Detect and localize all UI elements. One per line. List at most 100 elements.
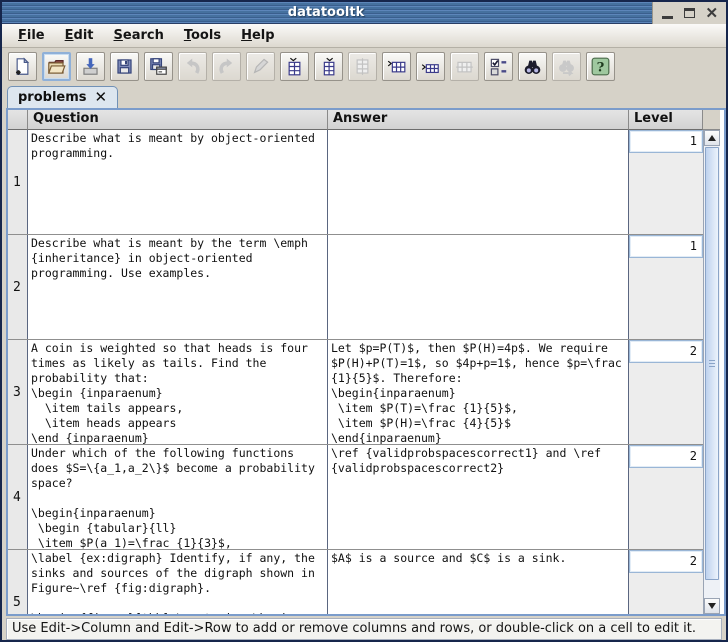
table-header: Question Answer Level xyxy=(8,110,724,130)
table-row: 5\label {ex:digraph} Identify, if any, t… xyxy=(8,550,703,614)
remove-column-button xyxy=(348,52,377,81)
answer-cell[interactable]: Let $p=P(T)$, then $P(H)=4p$. We require… xyxy=(328,340,629,444)
minimize-icon xyxy=(662,16,673,19)
row-number[interactable]: 5 xyxy=(8,550,28,614)
tab-bar: problems ✕ xyxy=(2,84,726,108)
undo-button xyxy=(178,52,207,81)
answer-cell[interactable] xyxy=(328,130,629,234)
scroll-down-button[interactable] xyxy=(704,598,720,614)
level-cell[interactable]: 2 xyxy=(629,550,703,614)
level-value: 2 xyxy=(629,340,703,363)
scroll-up-button[interactable] xyxy=(704,130,720,146)
app-window: datatooltk ✕ FileEditSearchToolsHelp ? p… xyxy=(0,0,728,642)
column-header-level[interactable]: Level xyxy=(629,110,703,130)
import-button[interactable] xyxy=(76,52,105,81)
column-header-question[interactable]: Question xyxy=(28,110,328,130)
maximize-button[interactable] xyxy=(682,5,698,21)
insert-row-after-button[interactable] xyxy=(416,52,445,81)
menu-search[interactable]: Search xyxy=(106,26,172,45)
data-table: Question Answer Level 1Describe what is … xyxy=(6,108,726,616)
level-cell[interactable]: 2 xyxy=(629,445,703,549)
save-button[interactable] xyxy=(110,52,139,81)
find-button[interactable] xyxy=(518,52,547,81)
question-cell[interactable]: Describe what is meant by the term \emph… xyxy=(28,235,328,339)
row-number[interactable]: 4 xyxy=(8,445,28,549)
remove-row-icon xyxy=(455,57,474,76)
row-number[interactable]: 1 xyxy=(8,130,28,234)
undo-icon xyxy=(183,57,202,76)
question-cell[interactable]: Under which of the following functions d… xyxy=(28,445,328,549)
close-button[interactable]: ✕ xyxy=(704,5,720,21)
level-value: 1 xyxy=(629,130,703,153)
menu-help[interactable]: Help xyxy=(233,26,282,45)
open-file-icon xyxy=(47,57,66,76)
menubar: FileEditSearchToolsHelp xyxy=(2,24,726,48)
status-bar: Use Edit->Column and Edit->Row to add or… xyxy=(6,618,722,640)
save-as-icon xyxy=(149,57,168,76)
table-row: 4Under which of the following functions … xyxy=(8,445,703,550)
level-value: 2 xyxy=(629,445,703,468)
window-controls: ✕ xyxy=(652,2,726,24)
help-icon: ? xyxy=(591,57,610,76)
edit-cell-button xyxy=(246,52,275,81)
svg-text:?: ? xyxy=(597,60,605,75)
new-file-button[interactable] xyxy=(8,52,37,81)
insert-column-before-button[interactable] xyxy=(280,52,309,81)
arrow-down-icon xyxy=(708,603,716,609)
open-file-button[interactable] xyxy=(42,52,71,81)
insert-column-after-button[interactable] xyxy=(314,52,343,81)
help-button[interactable]: ? xyxy=(586,52,615,81)
row-number[interactable]: 2 xyxy=(8,235,28,339)
scrollbar-thumb[interactable] xyxy=(705,147,719,580)
arrow-up-icon xyxy=(708,135,716,141)
menu-file[interactable]: File xyxy=(10,26,53,45)
titlebar[interactable]: datatooltk ✕ xyxy=(2,2,726,24)
import-icon xyxy=(81,57,100,76)
save-as-button[interactable] xyxy=(144,52,173,81)
scrollbar-grip-icon xyxy=(709,360,715,368)
vertical-scrollbar[interactable] xyxy=(703,130,720,614)
remove-column-icon xyxy=(353,57,372,76)
tab-problems[interactable]: problems ✕ xyxy=(7,86,118,108)
menu-tools[interactable]: Tools xyxy=(176,26,229,45)
tab-label: problems xyxy=(18,90,87,105)
menu-edit[interactable]: Edit xyxy=(57,26,102,45)
edit-cell-icon xyxy=(251,57,270,76)
remove-row-button xyxy=(450,52,479,81)
table-row: 3A coin is weighted so that heads is fou… xyxy=(8,340,703,445)
column-header-answer[interactable]: Answer xyxy=(328,110,629,130)
answer-cell[interactable]: \ref {validprobspacescorrect1} and \ref … xyxy=(328,445,629,549)
close-icon: ✕ xyxy=(705,6,718,21)
close-tab-icon[interactable]: ✕ xyxy=(95,90,108,105)
insert-row-after-icon xyxy=(421,57,440,76)
find-icon xyxy=(523,57,542,76)
row-number-header xyxy=(8,110,28,130)
level-cell[interactable]: 1 xyxy=(629,130,703,234)
minimize-button[interactable] xyxy=(659,5,675,21)
question-cell[interactable]: \label {ex:digraph} Identify, if any, th… xyxy=(28,550,328,614)
level-cell[interactable]: 2 xyxy=(629,340,703,444)
level-value: 2 xyxy=(629,550,703,573)
find-next-button xyxy=(552,52,581,81)
question-cell[interactable]: Describe what is meant by object-oriente… xyxy=(28,130,328,234)
insert-row-before-button[interactable] xyxy=(382,52,411,81)
insert-column-after-icon xyxy=(319,57,338,76)
maximize-icon xyxy=(684,8,695,18)
table-row: 2Describe what is meant by the term \emp… xyxy=(8,235,703,340)
table-body: 1Describe what is meant by object-orient… xyxy=(8,130,703,614)
find-next-icon xyxy=(557,57,576,76)
new-file-icon xyxy=(13,57,32,76)
preferences-icon xyxy=(489,57,508,76)
window-title: datatooltk xyxy=(2,5,650,20)
answer-cell[interactable] xyxy=(328,235,629,339)
insert-column-before-icon xyxy=(285,57,304,76)
toolbar: ? xyxy=(2,48,726,84)
row-number[interactable]: 3 xyxy=(8,340,28,444)
insert-row-before-icon xyxy=(387,57,406,76)
answer-cell[interactable]: $A$ is a source and $C$ is a sink. xyxy=(328,550,629,614)
table-viewport: 1Describe what is meant by object-orient… xyxy=(8,130,724,614)
level-cell[interactable]: 1 xyxy=(629,235,703,339)
redo-button xyxy=(212,52,241,81)
question-cell[interactable]: A coin is weighted so that heads is four… xyxy=(28,340,328,444)
preferences-button[interactable] xyxy=(484,52,513,81)
